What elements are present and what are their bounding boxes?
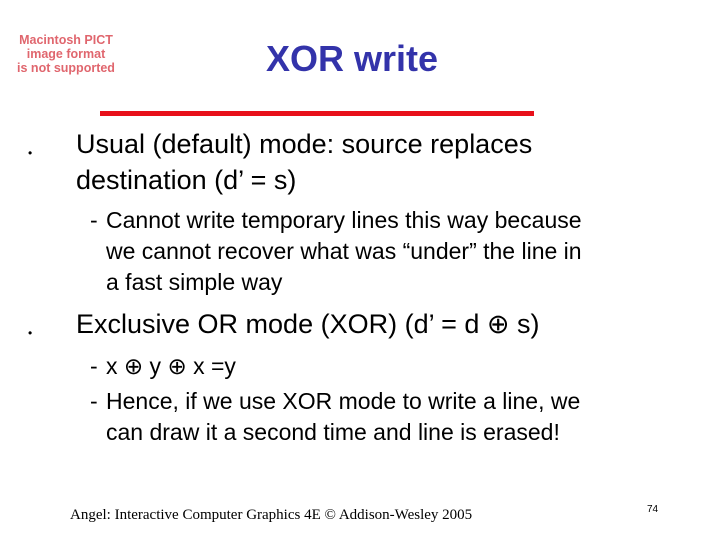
- placeholder-line: is not supported: [17, 61, 115, 75]
- bullet-item: Usual (default) mode: source replaces de…: [76, 126, 532, 198]
- bullet-marker: •: [28, 326, 33, 340]
- sub-item: - Hence, if we use XOR mode to write a li…: [90, 386, 580, 448]
- bullet-text: Usual (default) mode: source replaces: [76, 129, 533, 159]
- bullet-text: destination (d’ = s): [76, 165, 297, 195]
- footer-citation: Angel: Interactive Computer Graphics 4E …: [70, 507, 473, 523]
- bullet-item: Exclusive OR mode (XOR) (d’ = d ⊕ s): [76, 306, 539, 342]
- sub-item-text: x ⊕ y ⊕ x =y: [106, 353, 236, 379]
- title-underline: [100, 111, 534, 116]
- sub-item-text: Hence, if we use XOR mode to write a lin…: [106, 388, 581, 414]
- dash-marker: -: [90, 207, 98, 233]
- page-number: 74: [647, 504, 659, 515]
- sub-item-text: we cannot recover what was “under” the l…: [106, 238, 582, 264]
- sub-item-text: a fast simple way: [106, 269, 283, 295]
- sub-item: - Cannot write temporary lines this way b…: [90, 205, 582, 298]
- slide-title: XOR write: [266, 38, 439, 79]
- dash-marker: -: [90, 353, 98, 379]
- unsupported-image-placeholder: Macintosh PICT image format is not suppo…: [8, 33, 124, 75]
- dash-marker: -: [90, 388, 98, 414]
- placeholder-line: image format: [26, 47, 106, 61]
- placeholder-line: Macintosh PICT: [19, 33, 113, 47]
- sub-item-text: can draw it a second time and line is er…: [106, 419, 560, 445]
- bullet-text: Exclusive OR mode (XOR) (d’ = d ⊕ s): [76, 309, 540, 339]
- bullet-marker: •: [28, 146, 33, 160]
- sub-item: -x ⊕ y ⊕ x =y: [90, 351, 236, 382]
- sub-item-text: Cannot write temporary lines this way be…: [106, 207, 582, 233]
